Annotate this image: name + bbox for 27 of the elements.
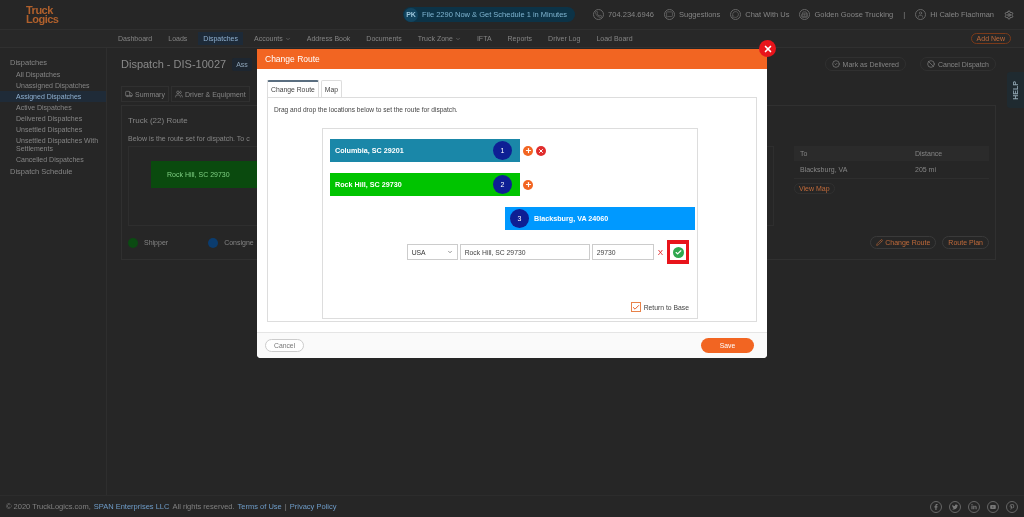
return-to-base-checkbox[interactable] <box>630 302 641 312</box>
remove-stop-button[interactable] <box>536 145 546 156</box>
message-icon <box>664 9 675 20</box>
chat-icon <box>730 9 742 20</box>
check-icon <box>674 248 682 256</box>
truck-icon <box>125 90 133 98</box>
cancel-stop-button[interactable]: X <box>655 247 665 257</box>
close-icon <box>762 43 773 54</box>
check-icon <box>631 302 640 312</box>
card-title: Truck (22) Route <box>128 116 189 125</box>
dialog-title: Change Route <box>265 54 320 64</box>
plus-icon <box>524 181 532 188</box>
plus-icon <box>524 147 532 154</box>
settings-icon[interactable] <box>1004 9 1014 20</box>
check-circle-icon <box>831 60 840 68</box>
logo: Truck Logics <box>26 5 59 24</box>
page-title: Dispatch - DIS-10027 <box>121 58 227 70</box>
confirm-stop-button[interactable] <box>667 240 689 264</box>
phone-icon <box>593 9 605 20</box>
ban-icon <box>927 60 936 68</box>
caret-icon <box>446 249 453 255</box>
close-icon <box>538 147 544 154</box>
pencil-icon <box>876 239 884 246</box>
building-icon <box>799 9 811 20</box>
add-stop-button[interactable] <box>523 179 533 190</box>
add-stop-button[interactable] <box>523 145 533 156</box>
people-icon <box>174 90 183 98</box>
